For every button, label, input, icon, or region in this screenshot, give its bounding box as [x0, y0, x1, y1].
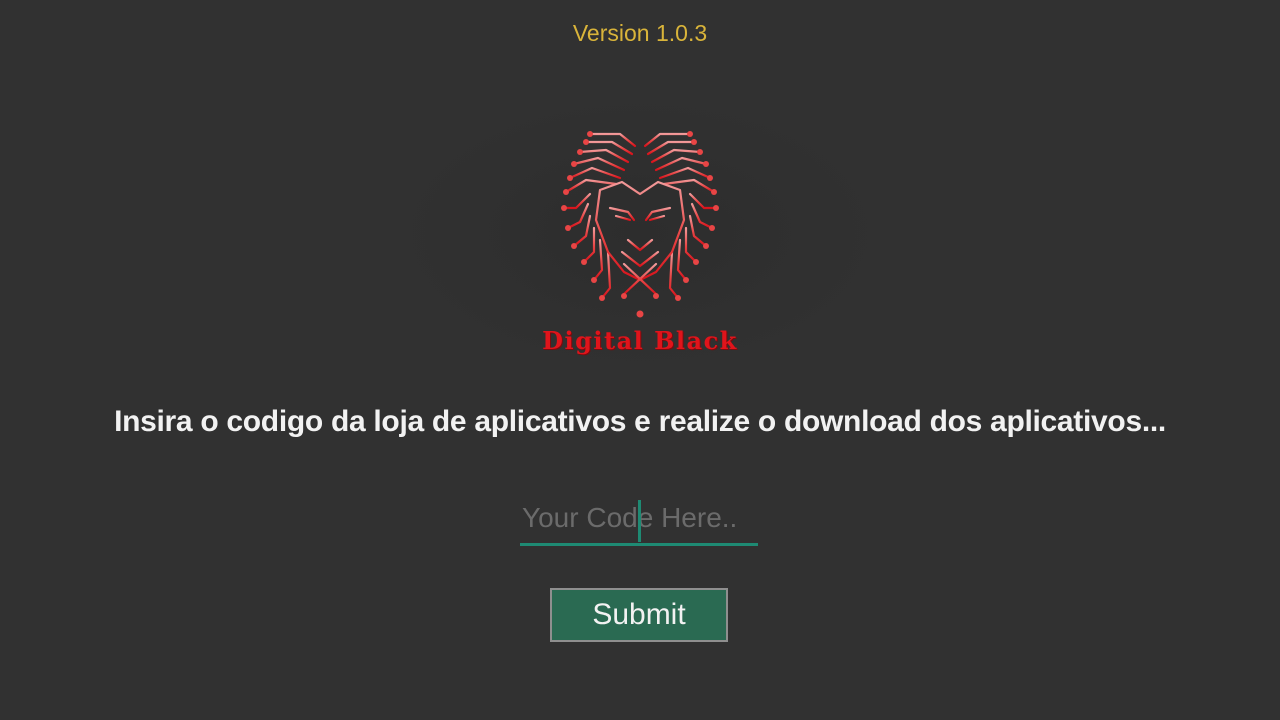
- submit-button[interactable]: Submit: [550, 588, 728, 642]
- lion-circuit-icon: [561, 131, 719, 318]
- logo: Digital Black: [400, 98, 880, 368]
- instruction-text: Insira o codigo da loja de aplicativos e…: [114, 405, 1166, 438]
- text-cursor: [638, 500, 641, 542]
- version-label: Version 1.0.3: [572, 20, 708, 46]
- brand-name: Digital Black: [542, 326, 738, 355]
